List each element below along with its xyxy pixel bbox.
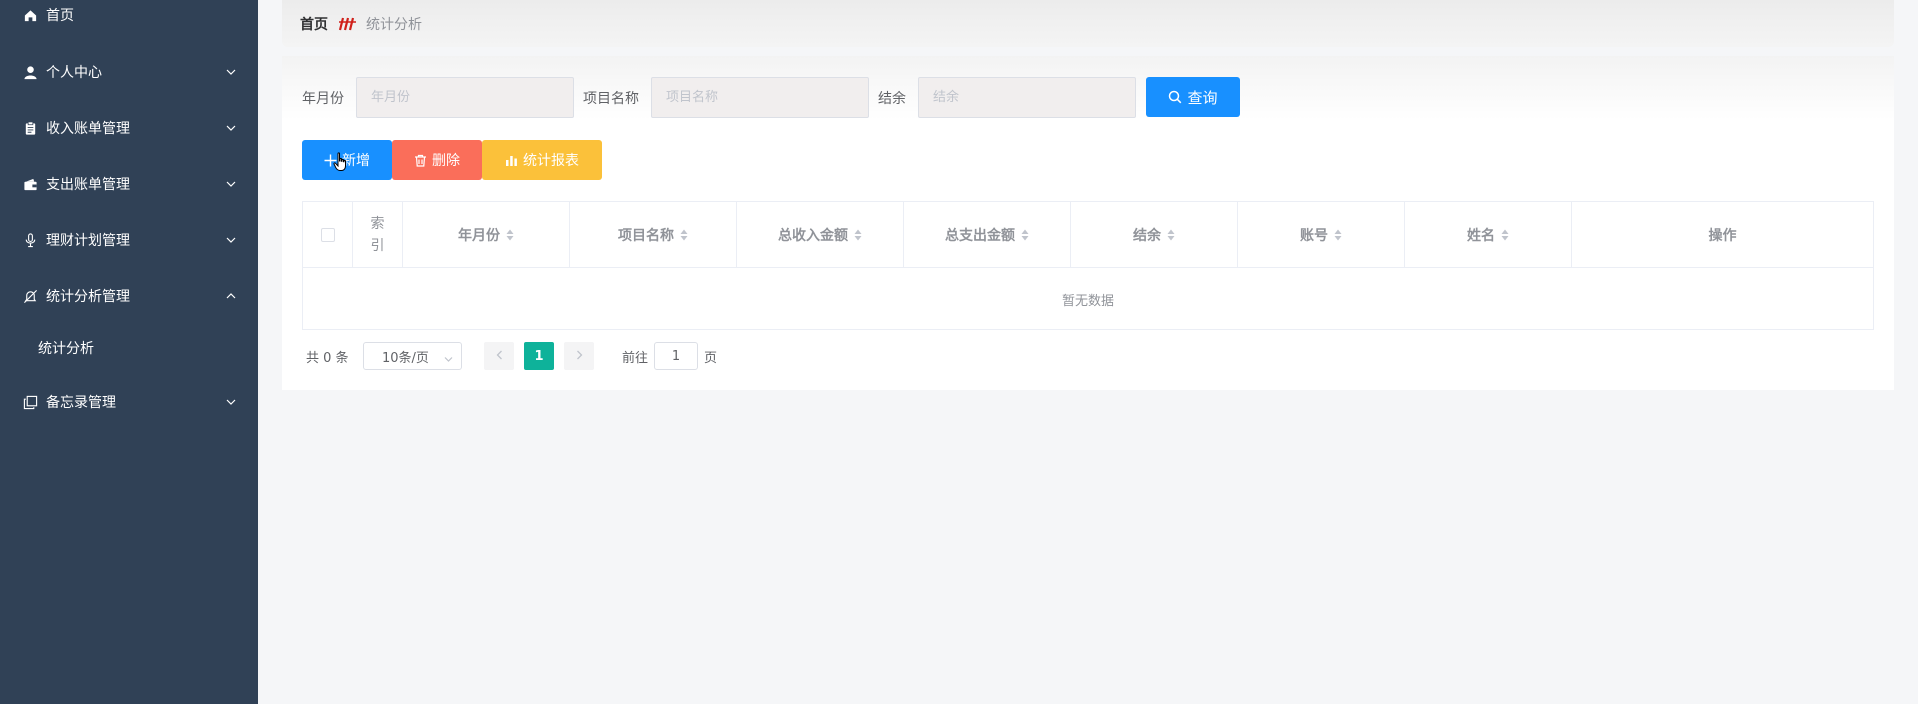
column-header-actions: 操作	[1572, 202, 1873, 268]
column-label: 总支出金额	[945, 228, 1015, 244]
sidebar-item-label: 支出账单管理	[46, 177, 130, 193]
chevron-down-icon	[226, 179, 236, 189]
chevron-down-icon	[226, 67, 236, 77]
page-size-value: 10条/页	[382, 350, 429, 366]
index-column-label: 索引	[370, 216, 385, 254]
column-label: 项目名称	[618, 228, 674, 244]
chevron-down-icon	[226, 397, 236, 407]
column-label: 结余	[1133, 228, 1161, 244]
sort-icon[interactable]	[1021, 229, 1029, 241]
table-header: 索引 年月份 项目名称 总收入金额 总支出金额 结余 账号 姓名 操作	[303, 202, 1873, 268]
delete-button[interactable]: 删除	[392, 140, 482, 180]
hand-cursor-icon	[333, 152, 349, 176]
project-name-label: 项目名称	[583, 91, 639, 107]
next-page-button[interactable]	[564, 342, 594, 370]
microphone-icon	[22, 232, 38, 248]
sidebar-item-label: 个人中心	[46, 65, 102, 81]
column-label: 操作	[1708, 228, 1737, 244]
year-month-label: 年月份	[302, 91, 344, 107]
sort-icon[interactable]	[506, 229, 514, 241]
trash-icon	[414, 154, 427, 167]
breadcrumb-current: 统计分析	[366, 16, 422, 33]
sidebar-item-label: 备忘录管理	[46, 395, 116, 411]
sidebar-item-personal-center[interactable]: 个人中心	[0, 52, 258, 92]
main-panel: 年月份 项目名称 结余 查询 新增 删除 统计报表	[282, 56, 1894, 390]
sidebar: 首页 个人中心 收入账单管理 支出账单管理 理财计划管理 统计分析管理 统计分析…	[0, 0, 258, 704]
column-header-year-month[interactable]: 年月份	[403, 202, 570, 268]
select-all-cell	[303, 202, 353, 268]
goto-label: 前往	[622, 351, 649, 366]
chevron-up-icon	[226, 291, 236, 301]
column-label: 总收入金额	[778, 228, 848, 244]
sidebar-item-finance-plan[interactable]: 理财计划管理	[0, 220, 258, 260]
balance-label: 结余	[878, 91, 906, 107]
pagination-total: 共 0 条	[306, 351, 349, 366]
column-header-total-income[interactable]: 总收入金额	[737, 202, 904, 268]
sort-icon[interactable]	[680, 229, 688, 241]
report-button[interactable]: 统计报表	[482, 140, 602, 180]
search-icon	[1168, 90, 1182, 104]
chevron-left-icon	[496, 348, 503, 364]
page-size-select[interactable]: 10条/页	[363, 342, 462, 370]
breadcrumb-separator-icon	[336, 15, 358, 33]
sidebar-item-statistics-management[interactable]: 统计分析管理	[0, 276, 258, 316]
goto-suffix: 页	[704, 351, 718, 366]
chevron-down-icon	[226, 235, 236, 245]
column-label: 账号	[1300, 228, 1328, 244]
wallet-icon	[22, 176, 38, 192]
balance-input[interactable]	[918, 77, 1136, 118]
page-number-current[interactable]: 1	[524, 342, 554, 370]
year-month-input[interactable]	[356, 77, 574, 118]
chevron-down-icon	[226, 123, 236, 133]
data-table: 索引 年月份 项目名称 总收入金额 总支出金额 结余 账号 姓名 操作 暂无数据	[302, 201, 1874, 330]
prev-page-button[interactable]	[484, 342, 514, 370]
index-column-header: 索引	[353, 202, 403, 268]
breadcrumb: 首页 统计分析	[282, 0, 1894, 47]
sort-icon[interactable]	[1501, 229, 1509, 241]
bar-chart-icon	[505, 154, 518, 167]
query-button[interactable]: 查询	[1146, 77, 1240, 117]
sort-icon[interactable]	[1167, 229, 1175, 241]
breadcrumb-home[interactable]: 首页	[300, 14, 328, 34]
clipboard-icon	[22, 120, 38, 136]
table-empty-text: 暂无数据	[1061, 293, 1114, 309]
bell-off-icon	[22, 288, 38, 304]
select-all-checkbox[interactable]	[320, 228, 335, 242]
chevron-down-icon	[444, 352, 453, 367]
sidebar-item-label: 首页	[46, 8, 74, 24]
sidebar-item-label: 收入账单管理	[46, 121, 130, 137]
copy-icon	[22, 394, 38, 410]
column-label: 姓名	[1467, 228, 1495, 244]
sort-icon[interactable]	[1334, 229, 1342, 241]
sort-icon[interactable]	[854, 229, 862, 241]
query-button-label: 查询	[1187, 88, 1218, 107]
sidebar-subitem-statistics[interactable]: 统计分析	[0, 328, 258, 368]
sidebar-item-memo[interactable]: 备忘录管理	[0, 382, 258, 422]
goto-page-input[interactable]	[654, 342, 698, 370]
user-icon	[22, 64, 38, 80]
column-header-account[interactable]: 账号	[1238, 202, 1405, 268]
home-icon	[22, 7, 38, 23]
column-header-total-expense[interactable]: 总支出金额	[904, 202, 1071, 268]
report-button-label: 统计报表	[523, 153, 579, 169]
chevron-right-icon	[576, 348, 583, 364]
column-header-project-name[interactable]: 项目名称	[570, 202, 737, 268]
delete-button-label: 删除	[432, 153, 460, 169]
column-header-balance[interactable]: 结余	[1071, 202, 1238, 268]
sidebar-item-expense-bills[interactable]: 支出账单管理	[0, 164, 258, 204]
column-header-name[interactable]: 姓名	[1405, 202, 1572, 268]
sidebar-item-home[interactable]: 首页	[0, 0, 258, 35]
sidebar-item-income-bills[interactable]: 收入账单管理	[0, 108, 258, 148]
sidebar-item-label: 理财计划管理	[46, 233, 130, 249]
sidebar-item-label: 统计分析管理	[46, 289, 130, 305]
column-label: 年月份	[458, 228, 500, 244]
sidebar-subitem-label: 统计分析	[38, 341, 94, 357]
project-name-input[interactable]	[651, 77, 869, 118]
